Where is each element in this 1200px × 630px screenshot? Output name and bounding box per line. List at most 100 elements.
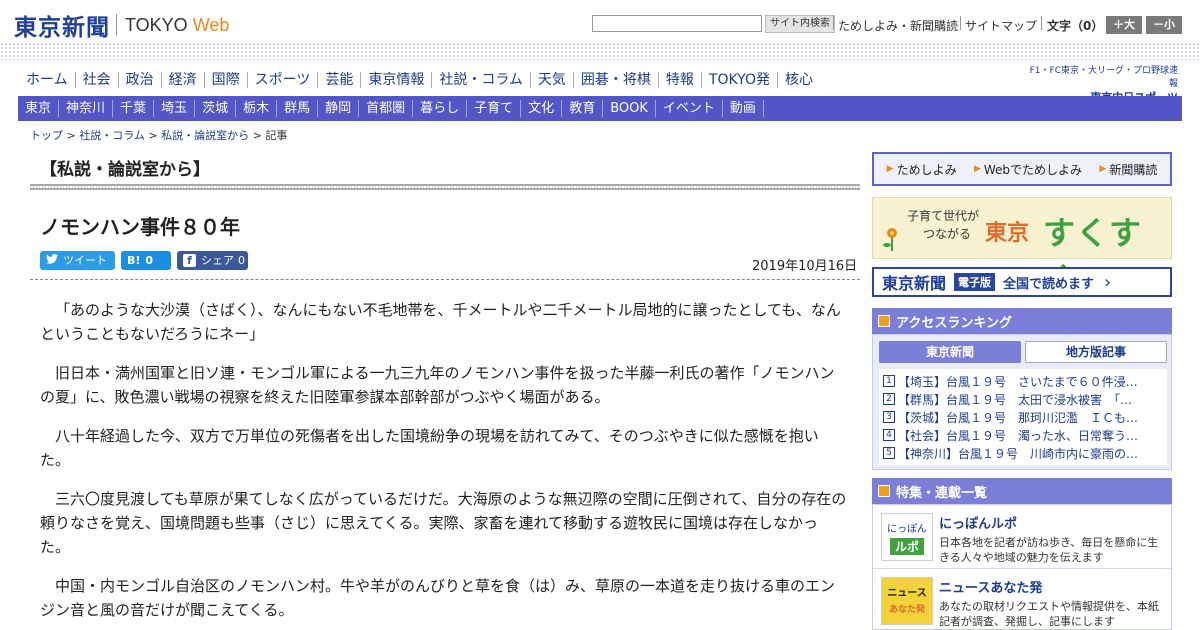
- digital-edition-banner[interactable]: 東京新聞 電子版 全国で読めます ›: [872, 267, 1172, 297]
- ranking-item[interactable]: 4 【社会】台風１９号 濁った水、日常奪う…: [883, 426, 1163, 444]
- rank-number: 4: [883, 429, 895, 441]
- breadcrumb-column[interactable]: 私説・論説室から: [161, 129, 249, 142]
- feature-title: ニュースあなた発: [939, 581, 1043, 596]
- nav-region-ibaraki[interactable]: 茨城: [195, 100, 237, 117]
- nav-item-economy[interactable]: 経済: [162, 72, 205, 88]
- digital-edition-logo: 東京新聞: [882, 274, 947, 293]
- nav-region-book[interactable]: BOOK: [603, 100, 656, 117]
- thumb-top-text: ニュース: [887, 588, 927, 599]
- rank-number: 5: [883, 447, 895, 459]
- sitemap-link[interactable]: サイトマップ: [965, 17, 1037, 34]
- ranking-header: アクセスランキング: [872, 308, 1172, 334]
- article-paragraph: 三六〇度見渡しても草原が果てしなく広がっているだけだ。大海原のような無辺際の空間…: [40, 490, 847, 556]
- tab-regional[interactable]: 地方版記事: [1025, 341, 1167, 363]
- flower-icon: [883, 228, 897, 251]
- tweet-label: ツイート: [63, 254, 107, 267]
- nav-region-video[interactable]: 動画: [723, 100, 764, 117]
- features-box: にっぽん ルポ にっぽんルポ 日本各地を記者が訪ね歩き、毎日を懸命に生きる人々や…: [872, 504, 1172, 630]
- nav-item-tokyo-hatsu[interactable]: TOKYO発: [702, 72, 778, 88]
- hatena-bookmark-button[interactable]: B! 0: [121, 251, 171, 270]
- sukusuku-banner[interactable]: 子育て世代が つながる 東京 すくすく: [872, 197, 1172, 298]
- article-date: 2019年10月16日: [752, 259, 858, 274]
- nav-region-parenting[interactable]: 子育て: [467, 100, 522, 117]
- nav-region-shizuoka[interactable]: 静岡: [318, 100, 360, 117]
- nav-item-editorial[interactable]: 社説・コラム: [432, 72, 531, 88]
- font-size-label: 文字（0）: [1047, 19, 1104, 33]
- nav-item-go-shogi[interactable]: 囲碁・将棋: [574, 72, 659, 88]
- ranking-item[interactable]: 3 【茨城】台風１９号 那珂川氾濫 ＩＣも…: [883, 408, 1163, 426]
- sukusuku-tokyo: 東京: [985, 220, 1030, 246]
- tab-tokyo-shimbun[interactable]: 東京新聞: [879, 341, 1021, 363]
- site-logo[interactable]: 東京新聞 TOKYO Web: [14, 8, 229, 42]
- ranking-item-text: 【埼玉】台風１９号 さいたまで６０件浸…: [898, 374, 1138, 389]
- thumb-top-text: にっぽん: [887, 524, 927, 535]
- nav-item-special-report[interactable]: 特報: [659, 72, 702, 88]
- font-increase-button[interactable]: ＋大: [1106, 16, 1142, 34]
- ranking-item[interactable]: 1 【埼玉】台風１９号 さいたまで６０件浸…: [883, 372, 1163, 390]
- nav-region-education[interactable]: 教育: [562, 100, 604, 117]
- hatena-count: 0: [145, 254, 154, 267]
- sukusuku-line2: つながる: [923, 227, 972, 241]
- feature-item[interactable]: ニュース あなた発 ニュースあなた発 あなたの取材リクエストや情報提供を、本紙記…: [873, 569, 1171, 630]
- web-trial-read-link[interactable]: ▶ Webでためしよみ: [974, 161, 1082, 178]
- nav-region-metro[interactable]: 首都圏: [359, 100, 414, 117]
- nav-region-chiba[interactable]: 千葉: [113, 100, 155, 117]
- ranking-item-text: 【神奈川】台風１９号 川崎市内に豪雨の…: [898, 446, 1139, 461]
- nav-item-world[interactable]: 国際: [205, 72, 248, 88]
- subscribe-newspaper-label: 新聞購読: [1109, 162, 1158, 177]
- nav-item-society[interactable]: 社会: [76, 72, 119, 88]
- nav-region-tochigi[interactable]: 栃木: [236, 100, 278, 117]
- nav-item-core[interactable]: 核心: [778, 72, 820, 88]
- facebook-share-button[interactable]: f シェア 0: [177, 251, 248, 270]
- features-icon: [878, 485, 890, 497]
- nav-item-tokyo-info[interactable]: 東京情報: [361, 72, 433, 88]
- digital-edition-text: 全国で読めます: [1003, 276, 1095, 292]
- section-divider: [30, 184, 860, 190]
- ranking-item-text: 【群馬】台風１９号 太田で浸水被害 「…: [898, 392, 1133, 407]
- digital-edition-tag: 電子版: [954, 273, 996, 291]
- nav-region-lifestyle[interactable]: 暮らし: [413, 100, 468, 117]
- tweet-button[interactable]: ツイート: [40, 251, 115, 270]
- sukusuku-tagline: 子育て世代が つながる: [907, 207, 979, 243]
- arrow-right-icon: ▶: [973, 164, 981, 174]
- nav-region-kanagawa[interactable]: 神奈川: [59, 100, 114, 117]
- ranking-list: 1 【埼玉】台風１９号 さいたまで６０件浸… 2 【群馬】台風１９号 太田で浸水被害…: [879, 369, 1167, 465]
- nav-region-saitama[interactable]: 埼玉: [154, 100, 196, 117]
- sukusuku-line1: 子育て世代が: [907, 209, 980, 223]
- breadcrumb-top[interactable]: トップ: [30, 129, 63, 142]
- facebook-icon: f: [183, 254, 196, 267]
- search-input[interactable]: [592, 15, 762, 32]
- ranking-item-text: 【社会】台風１９号 濁った水、日常奪う…: [898, 428, 1139, 443]
- section-title: 【私説・論説室から】: [40, 160, 210, 180]
- nav-item-sports[interactable]: スポーツ: [248, 72, 319, 88]
- subscribe-newspaper-link[interactable]: ▶ 新聞購読: [1099, 161, 1157, 178]
- nippon-repo-thumbnail: にっぽん ルポ: [881, 513, 933, 561]
- features-title: 特集・連載一覧: [896, 485, 988, 501]
- nav-item-entertainment[interactable]: 芸能: [318, 72, 362, 88]
- nav-region-culture[interactable]: 文化: [521, 100, 563, 117]
- feature-item[interactable]: にっぽん ルポ にっぽんルポ 日本各地を記者が訪ね歩き、毎日を懸命に生きる人々や…: [873, 505, 1171, 569]
- nav-region-tokyo[interactable]: 東京: [18, 100, 60, 117]
- ranking-item[interactable]: 5 【神奈川】台風１９号 川崎市内に豪雨の…: [883, 444, 1163, 462]
- article-body: 「あのような大沙漠（さばく）、なんにもない不毛地帯を、千メートルや二千メートル局…: [40, 298, 848, 630]
- article-paragraph: 「あのような大沙漠（さばく）、なんにもない不毛地帯を、千メートルや二千メートル局…: [40, 301, 841, 343]
- regional-nav: 東京 神奈川 千葉 埼玉 茨城 栃木 群馬 静岡 首都圏 暮らし 子育て 文化 …: [18, 96, 1182, 121]
- search-button[interactable]: サイト内検索: [765, 15, 835, 33]
- nav-item-weather[interactable]: 天気: [531, 72, 574, 88]
- web-trial-read-label: Webでためしよみ: [983, 162, 1083, 177]
- nav-item-politics[interactable]: 政治: [119, 72, 162, 88]
- breadcrumb-editorial[interactable]: 社説・コラム: [79, 129, 145, 142]
- breadcrumb-current: 記事: [265, 129, 288, 142]
- nav-region-gunma[interactable]: 群馬: [277, 100, 319, 117]
- trial-read-link[interactable]: ▶ ためしよみ: [887, 161, 957, 178]
- ranking-item[interactable]: 2 【群馬】台風１９号 太田で浸水被害 「…: [883, 390, 1163, 408]
- header-dot-pattern: [0, 42, 1200, 60]
- util-divider: [1041, 16, 1042, 30]
- nav-item-home[interactable]: ホーム: [18, 72, 76, 88]
- logo-divider: [116, 14, 117, 36]
- rank-number: 3: [883, 411, 895, 423]
- font-decrease-button[interactable]: －小: [1146, 16, 1182, 34]
- subscribe-link[interactable]: ためしよみ・新聞購読: [838, 17, 958, 34]
- hatena-bookmark-icon: B!: [127, 254, 141, 267]
- nav-region-event[interactable]: イベント: [656, 100, 723, 117]
